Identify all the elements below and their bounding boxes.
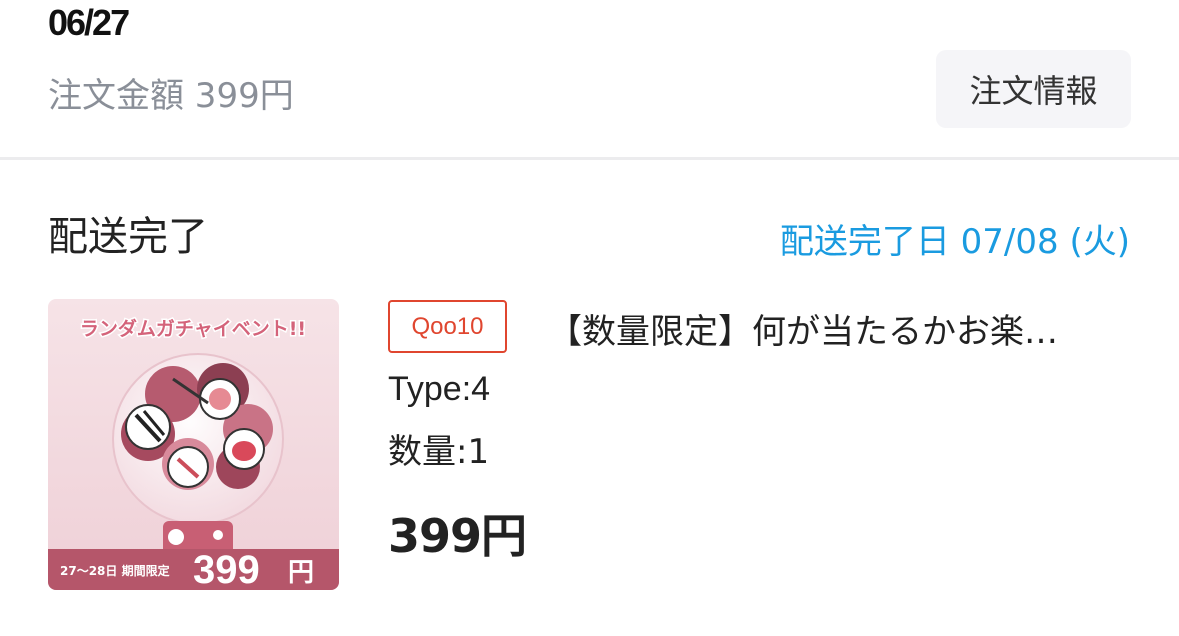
order-date: 06/27 (48, 2, 130, 43)
thumbnail-currency-text: 円 (288, 558, 314, 588)
thumbnail-price-text: 399 (193, 548, 260, 590)
order-info-button[interactable]: 注文情報 (936, 50, 1131, 128)
thumbnail-banner-text: ランダムガチャイベント!! (80, 317, 306, 340)
delivery-date: 配送完了日 07/08 (火) (779, 222, 1130, 262)
thumbnail-period-text: 27〜28日 期間限定 (60, 563, 170, 578)
product-quantity: 数量:1 (388, 432, 490, 472)
product-option-type: Type:4 (388, 370, 491, 408)
order-amount: 注文金額 399円 (48, 76, 294, 116)
order-header: 06/27 注文金額 399円 注文情報 (0, 0, 1179, 160)
product-thumbnail[interactable]: ランダムガチャイベント!! 27〜28日 期間限定 399 円 (48, 299, 339, 590)
seller-badge: Qoo10 (388, 300, 507, 353)
divider (0, 157, 1179, 160)
product-title[interactable]: 【数量限定】何が当たるかお楽… (548, 304, 1108, 353)
product-price: 399円 (388, 509, 527, 563)
product-image: ランダムガチャイベント!! 27〜28日 期間限定 399 円 (48, 299, 339, 590)
shipment-status: 配送完了 (48, 214, 208, 260)
